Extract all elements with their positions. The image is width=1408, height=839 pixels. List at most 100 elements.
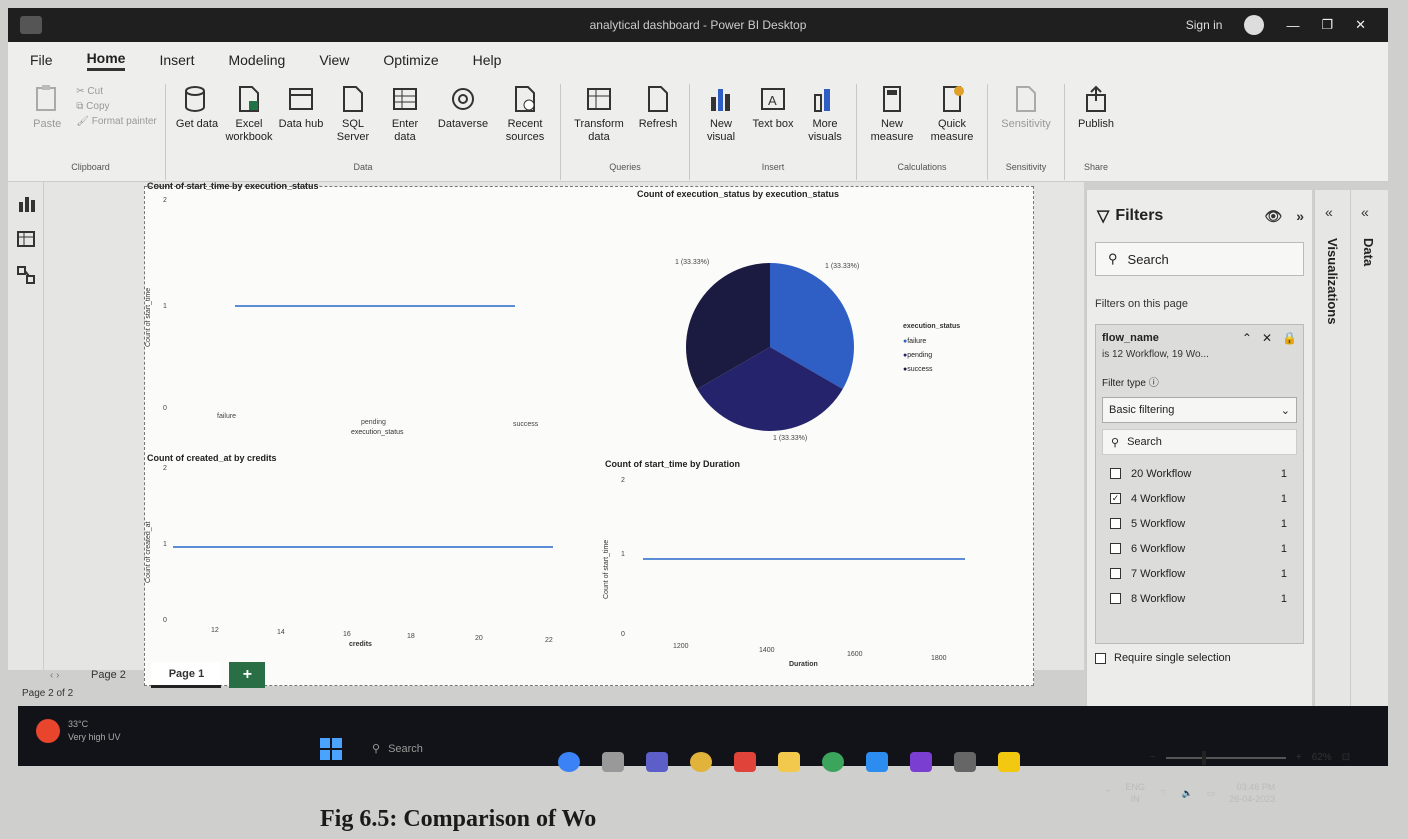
new-measure-button[interactable]: New measure [865, 84, 919, 143]
zoom-in-button[interactable]: + [1296, 752, 1302, 763]
menu-file[interactable]: File [30, 52, 53, 68]
close-icon[interactable]: ✕ [1355, 17, 1366, 33]
weather-widget[interactable]: 33°C Very high UV [36, 718, 121, 743]
new-visual-button[interactable]: New visual [698, 84, 744, 143]
cut-button[interactable]: ✂ Cut [76, 86, 157, 97]
filters-section-label: Filters on this page [1095, 298, 1188, 310]
transform-data-button[interactable]: Transform data [569, 84, 629, 143]
filter-list-item[interactable]: 20 Workflow 1 [1102, 461, 1297, 486]
chevron-up-icon[interactable]: ⌃ [1104, 788, 1112, 799]
get-data-button[interactable]: Get data [174, 84, 220, 131]
filter-list-item[interactable]: 7 Workflow 1 [1102, 561, 1297, 586]
publish-button[interactable]: Publish [1073, 84, 1119, 131]
refresh-button[interactable]: Refresh [635, 84, 681, 131]
menu-insert[interactable]: Insert [159, 52, 194, 68]
filter-list-item[interactable]: ✓ 4 Workflow 1 [1102, 486, 1297, 511]
clear-filter-icon[interactable]: ✕ [1262, 331, 1272, 345]
taskbar-search[interactable]: ⚲ Search [372, 742, 423, 756]
power-bi-icon[interactable] [998, 752, 1020, 772]
filter-field-name: flow_name [1102, 332, 1159, 344]
checkbox[interactable] [1110, 593, 1121, 604]
volume-icon[interactable]: 🔈 [1182, 788, 1193, 799]
visualizations-pane[interactable]: « Visualizations [1314, 190, 1350, 710]
checkbox[interactable] [1110, 568, 1121, 579]
text-box-button[interactable]: A Text box [750, 84, 796, 131]
sign-in-link[interactable]: Sign in [1186, 18, 1223, 32]
language-indicator[interactable]: ENG [1126, 782, 1146, 792]
model-view-icon[interactable] [16, 266, 35, 284]
menu-modeling[interactable]: Modeling [228, 52, 285, 68]
sql-server-button[interactable]: SQL Server [330, 84, 376, 143]
clock-time[interactable]: 03:46 PM [1237, 782, 1276, 792]
avatar[interactable] [1244, 15, 1265, 35]
dataverse-button[interactable]: Dataverse [434, 84, 492, 131]
report-page: Count of start_time by execution_status … [144, 181, 1034, 686]
menu-help[interactable]: Help [473, 52, 502, 68]
app-icon[interactable] [822, 752, 844, 772]
clock-date: 26-04-2023 [1229, 793, 1276, 804]
menu-home[interactable]: Home [86, 50, 126, 71]
svg-text:A: A [768, 93, 777, 108]
filter-icon: ▽ [1097, 208, 1110, 225]
tab-page-1[interactable]: Page 1 [151, 662, 222, 688]
folder-icon[interactable] [778, 752, 800, 772]
filter-list-search[interactable]: ⚲ Search [1102, 429, 1297, 455]
app-icon[interactable] [910, 752, 932, 772]
quick-measure-button[interactable]: Quick measure [925, 84, 979, 143]
format-painter-button[interactable]: 🖌 Format painter [76, 116, 157, 127]
expand-icon[interactable]: « [1325, 204, 1333, 220]
copy-button[interactable]: ⧉ Copy [76, 101, 157, 112]
app-icon[interactable] [954, 752, 976, 772]
insert-group-label: Insert [761, 162, 785, 172]
brave-icon[interactable] [734, 752, 756, 772]
eye-icon[interactable]: 👁 [1264, 208, 1282, 225]
filter-list-item[interactable]: 6 Workflow 1 [1102, 536, 1297, 561]
vscode-icon[interactable] [866, 752, 888, 772]
data-label: Data [1361, 238, 1376, 267]
tab-page-2[interactable]: Page 2 [73, 662, 143, 688]
filters-search-input[interactable]: ⚲ Search [1095, 242, 1304, 276]
more-visuals-button[interactable]: More visuals [802, 84, 848, 143]
menu-optimize[interactable]: Optimize [383, 52, 438, 68]
add-page-button[interactable]: + [229, 662, 266, 688]
filters-title: Filters [1115, 207, 1164, 224]
enter-data-button[interactable]: Enter data [382, 84, 428, 143]
checkbox[interactable] [1110, 518, 1121, 529]
page-nav-arrows[interactable]: ‹ › [44, 670, 65, 681]
battery-icon[interactable]: ▭ [1207, 788, 1216, 799]
checkbox[interactable] [1110, 468, 1121, 479]
filter-type-select[interactable]: Basic filtering ⌄ [1102, 397, 1297, 423]
data-pane[interactable]: « Data [1350, 190, 1388, 710]
recent-sources-button[interactable]: Recent sources [498, 84, 552, 143]
chrome-icon[interactable] [690, 752, 712, 772]
report-view-icon[interactable] [17, 194, 35, 212]
filter-list-item[interactable]: 5 Workflow 1 [1102, 511, 1297, 536]
paste-button[interactable]: Paste [24, 84, 70, 131]
filter-list-item[interactable]: 8 Workflow 1 [1102, 586, 1297, 611]
checked-checkbox[interactable]: ✓ [1110, 493, 1121, 504]
table-view-icon[interactable] [16, 230, 35, 248]
filter-item-count: 1 [1280, 592, 1287, 605]
zoom-out-button[interactable]: − [1150, 752, 1156, 763]
chevron-up-icon[interactable]: ⌃ [1242, 331, 1252, 345]
menu-view[interactable]: View [319, 52, 349, 68]
minimize-icon[interactable]: — [1286, 18, 1299, 33]
wifi-icon[interactable]: ⌔ [1159, 788, 1167, 799]
file-explorer-icon[interactable] [602, 752, 624, 772]
teams-icon[interactable] [646, 752, 668, 772]
zoom-slider[interactable] [1165, 750, 1286, 765]
zoom-slider-knob[interactable] [1201, 750, 1206, 765]
excel-workbook-button[interactable]: Excel workbook [225, 84, 273, 143]
restore-icon[interactable]: ❐ [1321, 17, 1333, 33]
fit-page-icon[interactable]: ⊡ [1342, 752, 1350, 763]
windows-start-icon[interactable] [320, 738, 342, 760]
bing-icon[interactable] [558, 752, 580, 772]
data-hub-button[interactable]: Data hub [278, 84, 324, 131]
checkbox[interactable] [1110, 543, 1121, 554]
checkbox[interactable] [1095, 652, 1106, 664]
expand-icon[interactable]: « [1361, 204, 1369, 220]
require-single-selection[interactable]: Require single selection [1095, 652, 1304, 664]
lock-icon[interactable]: 🔒 [1282, 331, 1297, 345]
collapse-filters-icon[interactable]: » [1296, 208, 1304, 225]
sensitivity-button[interactable]: Sensitivity [996, 84, 1056, 131]
